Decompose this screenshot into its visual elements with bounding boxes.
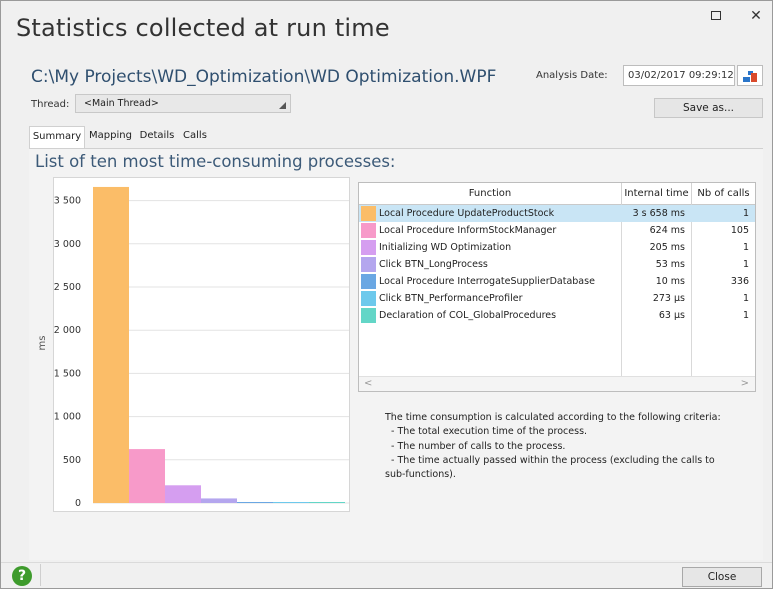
y-tick-label: 1 000 [54, 412, 81, 423]
status-separator [40, 564, 41, 586]
cell-internal-time: 205 ms [649, 242, 685, 253]
table-row[interactable]: Local Procedure InformStockManager 624 ms… [359, 222, 755, 239]
y-tick-label: 3 500 [54, 196, 81, 207]
cell-nb-calls: 1 [742, 293, 749, 304]
date-picker-button[interactable] [737, 65, 763, 86]
cell-nb-calls: 1 [742, 242, 749, 253]
chart-bar[interactable] [309, 502, 345, 503]
table-row[interactable]: Click BTN_LongProcess 53 ms 1 [359, 256, 755, 273]
color-swatch [361, 291, 376, 306]
status-bar [1, 562, 772, 588]
cell-internal-time: 624 ms [649, 225, 685, 236]
color-swatch [361, 240, 376, 255]
analysis-date-label: Analysis Date: [536, 70, 608, 81]
table-row[interactable]: Initializing WD Optimization 205 ms 1 [359, 239, 755, 256]
column-header-nb-calls[interactable]: Nb of calls [691, 183, 755, 205]
cell-nb-calls: 1 [742, 208, 749, 219]
y-tick-label: 1 500 [54, 368, 81, 379]
statistics-window: Statistics collected at run time ✕ C:\My… [0, 0, 773, 589]
chart-icon-part [751, 73, 757, 82]
criteria-description: The time consumption is calculated accor… [385, 412, 721, 481]
cell-function: Local Procedure InterrogateSupplierDatab… [379, 276, 595, 287]
bar-chart: 0 500 1 000 1 500 2 000 2 500 3 000 3 500 ms [37, 186, 349, 509]
cell-function: Click BTN_LongProcess [379, 259, 488, 270]
cell-internal-time: 3 s 658 ms [632, 208, 685, 219]
column-header-internal-time[interactable]: Internal time [621, 183, 691, 205]
maximize-icon[interactable] [701, 5, 731, 27]
color-swatch [361, 223, 376, 238]
y-tick-label: 2 000 [54, 325, 81, 336]
save-as-button[interactable]: Save as... [654, 98, 763, 118]
chart-bar[interactable] [165, 485, 201, 503]
column-header-function[interactable]: Function [359, 183, 621, 205]
color-swatch [361, 257, 376, 272]
table-body: Local Procedure UpdateProductStock 3 s 65… [359, 205, 755, 377]
table-row[interactable]: Local Procedure InterrogateSupplierDatab… [359, 273, 755, 290]
scroll-right-icon[interactable]: > [741, 378, 749, 389]
cell-function: Declaration of COL_GlobalProcedures [379, 310, 557, 321]
cell-function: Local Procedure InformStockManager [379, 225, 557, 236]
chart-bar[interactable] [129, 449, 165, 503]
cell-nb-calls: 336 [730, 276, 749, 287]
chart-icon [743, 77, 750, 82]
cell-function: Local Procedure UpdateProductStock [379, 208, 555, 219]
functions-table: Function Internal time Nb of calls Local… [358, 182, 756, 392]
cell-function: Initializing WD Optimization [379, 242, 512, 253]
cell-nb-calls: 105 [730, 225, 749, 236]
horizontal-scrollbar[interactable]: < > [359, 376, 755, 391]
chart-bar[interactable] [201, 498, 237, 503]
y-tick-label: 2 500 [54, 282, 81, 293]
y-tick-label: 3 000 [54, 239, 81, 250]
table-row[interactable]: Local Procedure UpdateProductStock 3 s 65… [359, 205, 755, 222]
color-swatch [361, 308, 376, 323]
cell-nb-calls: 1 [742, 310, 749, 321]
table-row[interactable]: Click BTN_PerformanceProfiler 273 µs 1 [359, 290, 755, 307]
color-swatch [361, 206, 376, 221]
scroll-left-icon[interactable]: < [364, 378, 372, 389]
close-button[interactable]: Close [682, 567, 762, 587]
chart-bar[interactable] [273, 502, 309, 503]
color-swatch [361, 274, 376, 289]
table-row[interactable]: Declaration of COL_GlobalProcedures 63 µs… [359, 307, 755, 324]
chart-bar[interactable] [93, 186, 129, 504]
cell-function: Click BTN_PerformanceProfiler [379, 293, 523, 304]
cell-nb-calls: 1 [742, 259, 749, 270]
cell-internal-time: 63 µs [658, 310, 685, 321]
y-tick-label: 500 [63, 455, 81, 466]
table-header: Function Internal time Nb of calls [359, 183, 755, 205]
cell-internal-time: 53 ms [655, 259, 685, 270]
close-icon[interactable]: ✕ [741, 5, 771, 27]
y-tick-label: 0 [75, 498, 81, 509]
analysis-date-field[interactable]: 03/02/2017 09:29:12 [623, 65, 735, 86]
y-axis-label: ms [37, 336, 48, 351]
chart-bar[interactable] [237, 502, 273, 503]
cell-internal-time: 273 µs [652, 293, 685, 304]
cell-internal-time: 10 ms [655, 276, 685, 287]
help-icon[interactable]: ? [12, 566, 32, 586]
